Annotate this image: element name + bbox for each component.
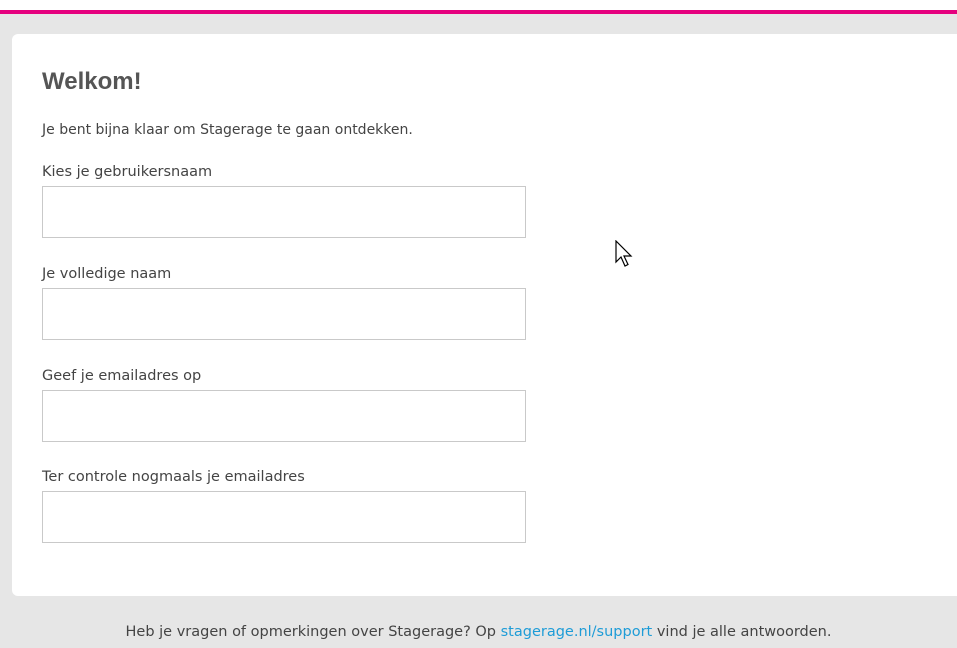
username-input[interactable] xyxy=(42,186,526,238)
intro-text: Je bent bijna klaar om Stagerage te gaan… xyxy=(42,122,413,138)
email-confirm-label: Ter controle nogmaals je emailadres xyxy=(42,469,305,485)
fullname-input[interactable] xyxy=(42,288,526,340)
top-strip xyxy=(0,0,957,10)
email-label: Geef je emailadres op xyxy=(42,368,202,384)
footer: Heb je vragen of opmerkingen over Stager… xyxy=(0,622,957,642)
username-label: Kies je gebruikersnaam xyxy=(42,164,213,180)
email-confirm-input[interactable] xyxy=(42,491,526,543)
email-input[interactable] xyxy=(42,390,526,442)
footer-text-after: vind je alle antwoorden. xyxy=(656,624,832,640)
support-link[interactable]: stagerage.nl/support xyxy=(501,624,653,640)
footer-text-before: Heb je vragen of opmerkingen over Stager… xyxy=(125,624,497,640)
accent-bar xyxy=(0,10,957,14)
page-title: Welkom! xyxy=(42,68,142,95)
mouse-pointer-icon xyxy=(615,240,633,267)
fullname-label: Je volledige naam xyxy=(42,266,172,282)
